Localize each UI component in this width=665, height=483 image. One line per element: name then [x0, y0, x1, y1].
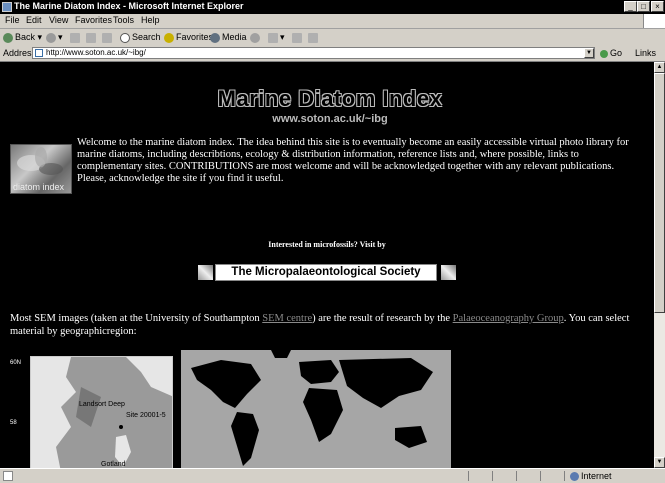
sem-centre-link[interactable]: SEM centre [262, 313, 312, 324]
ie-icon [2, 2, 12, 12]
done-page-icon [3, 471, 13, 481]
menu-edit[interactable]: Edit [26, 15, 42, 25]
status-bar: Internet [0, 468, 665, 483]
go-button[interactable]: Go [600, 48, 622, 58]
history-button[interactable] [250, 31, 262, 43]
menu-bar: File Edit View Favorites Tools Help [0, 14, 665, 29]
home-button[interactable] [102, 31, 114, 43]
scroll-down-button[interactable]: ▼ [654, 457, 665, 468]
close-button[interactable]: × [651, 1, 664, 12]
media-icon [210, 32, 220, 43]
search-button[interactable]: Search [120, 31, 161, 43]
search-icon [120, 32, 130, 43]
security-zone: Internet [570, 471, 612, 482]
address-input[interactable]: http://www.soton.ac.uk/~ibg/ [32, 47, 595, 59]
star-icon [164, 32, 174, 43]
links-button[interactable]: Links [635, 48, 656, 58]
map-label-deep: Landsort Deep [79, 401, 125, 408]
print-button[interactable] [292, 31, 304, 43]
edit-button[interactable] [308, 31, 320, 43]
toolbar: Back ▾ ▾ Search Favorites Media ▾ [0, 29, 665, 47]
scroll-up-button[interactable]: ▲ [654, 62, 665, 73]
palaeoceanography-group-link[interactable]: Palaeoceanography Group [453, 313, 564, 324]
window-title: The Marine Diatom Index - Microsoft Inte… [14, 1, 244, 11]
mail-icon [268, 32, 278, 43]
diatom-index-logo[interactable]: diatom index [10, 144, 72, 194]
menu-file[interactable]: File [5, 15, 20, 25]
menu-tools[interactable]: Tools [113, 15, 134, 25]
title-bar: The Marine Diatom Index - Microsoft Inte… [0, 0, 665, 14]
baltic-region-map[interactable]: 60N 58 Landsort Deep Site 20001-5 Gotlan… [10, 356, 173, 468]
map-label-gotland: Gotland [101, 461, 126, 468]
sem-paragraph: Most SEM images (taken at the University… [10, 313, 630, 337]
windows-logo-icon [643, 14, 665, 28]
world-map[interactable] [181, 350, 451, 468]
map-label-site: Site 20001-5 [126, 412, 166, 419]
menu-favorites[interactable]: Favorites [75, 15, 112, 25]
back-arrow-icon [3, 32, 13, 43]
microfossil-left-icon [198, 265, 213, 280]
logo-text: diatom index [13, 182, 65, 192]
back-button[interactable]: Back ▾ [3, 31, 42, 43]
mail-button[interactable]: ▾ [268, 31, 285, 43]
site-title: Marine Diatom Index [217, 86, 443, 111]
forward-button[interactable]: ▾ [46, 31, 63, 43]
welcome-text: Welcome to the marine diatom index. The … [77, 137, 629, 184]
lat-label-58: 58 [10, 420, 17, 426]
menu-view[interactable]: View [49, 15, 68, 25]
vertical-scrollbar[interactable]: ▲ ▼ [654, 62, 665, 468]
menu-help[interactable]: Help [141, 15, 160, 25]
history-icon [250, 32, 260, 43]
scroll-thumb[interactable] [654, 73, 665, 313]
forward-arrow-icon [46, 32, 56, 43]
microfossil-right-icon [441, 265, 456, 280]
baltic-map-image: Landsort Deep Site 20001-5 Gotland [30, 356, 173, 468]
stop-button[interactable] [70, 31, 82, 43]
print-icon [292, 32, 302, 43]
address-dropdown-button[interactable]: ▼ [584, 48, 594, 58]
address-bar: Address http://www.soton.ac.uk/~ibg/ ▼ G… [0, 46, 665, 62]
globe-icon [570, 472, 579, 482]
edit-icon [308, 32, 318, 43]
micro-society-banner[interactable]: The Micropalaeontological Society [198, 263, 458, 282]
microfossil-invite: Interested in microfossils? Visit by [268, 240, 386, 249]
page-content: Marine Diatom Index www.soton.ac.uk/~ibg… [0, 62, 654, 468]
refresh-icon [86, 32, 96, 43]
favorites-button[interactable]: Favorites [164, 31, 213, 43]
go-arrow-icon [600, 49, 608, 58]
lat-label-60n: 60N [10, 360, 22, 366]
micro-society-link[interactable]: The Micropalaeontological Society [215, 264, 437, 281]
stop-icon [70, 32, 80, 43]
refresh-button[interactable] [86, 31, 98, 43]
home-icon [102, 32, 112, 43]
site-url: www.soton.ac.uk/~ibg [272, 113, 388, 125]
maximize-button[interactable]: □ [637, 1, 650, 12]
address-url: http://www.soton.ac.uk/~ibg/ [46, 48, 146, 57]
media-button[interactable]: Media [210, 31, 247, 43]
page-icon [35, 49, 43, 57]
minimize-button[interactable]: _ [624, 1, 637, 12]
world-map-image [191, 350, 433, 466]
